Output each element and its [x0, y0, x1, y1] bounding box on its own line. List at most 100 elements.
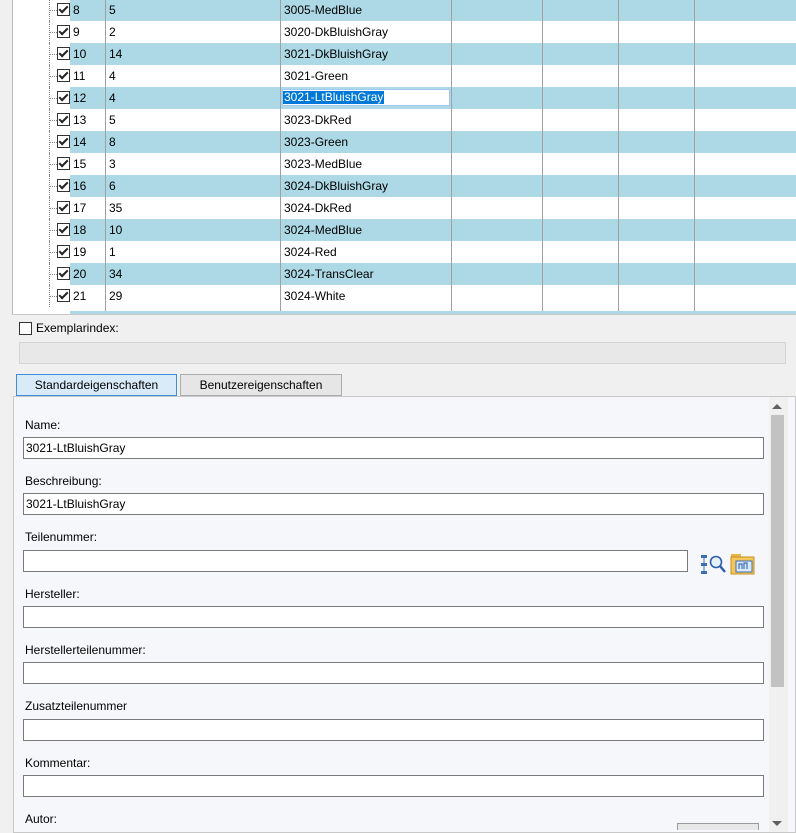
- row-background: [70, 175, 796, 197]
- row-checkbox[interactable]: [57, 267, 70, 280]
- properties-scrollbar[interactable]: [769, 397, 788, 832]
- index-cell: 11: [73, 69, 86, 83]
- tab-user-properties[interactable]: Benutzereigenschaften: [180, 374, 342, 396]
- part-number-label: Teilenummer:: [25, 530, 98, 544]
- comment-input[interactable]: [23, 775, 764, 797]
- row-checkbox[interactable]: [57, 201, 70, 214]
- index-cell: 17: [73, 201, 87, 215]
- search-tree-icon[interactable]: [700, 551, 726, 577]
- tree-line: [49, 32, 57, 33]
- manufacturer-input[interactable]: [23, 606, 764, 628]
- column-separator: [542, 0, 543, 314]
- column-separator: [105, 0, 106, 314]
- tree-line: [49, 296, 57, 297]
- panel-resize-grip[interactable]: [677, 823, 759, 830]
- comment-label: Kommentar:: [25, 756, 91, 770]
- properties-panel: Name: Beschreibung: Teilenummer: Herstel…: [13, 396, 796, 833]
- quantity-cell: 5: [109, 113, 116, 127]
- row-checkbox[interactable]: [57, 91, 70, 104]
- table-row[interactable]: 19 1 3024-Red: [0, 241, 796, 263]
- table-row[interactable]: 13 5 3023-DkRed: [0, 109, 796, 131]
- name-cell: 3023-DkRed: [284, 113, 352, 127]
- index-cell: 10: [73, 47, 87, 61]
- browse-folder-icon[interactable]: [730, 551, 756, 577]
- table-row[interactable]: 17 35 3024-DkRed: [0, 197, 796, 219]
- manufacturer-part-input[interactable]: [23, 662, 764, 684]
- parts-grid[interactable]: 8 5 3005-MedBlue 9 2 3020-DkBluishGray 10 14 302…: [0, 0, 796, 314]
- tree-line: [49, 98, 57, 99]
- quantity-cell: 3: [109, 157, 116, 171]
- additional-part-input[interactable]: [23, 719, 764, 741]
- row-checkbox[interactable]: [57, 223, 70, 236]
- row-background: [70, 197, 796, 219]
- tree-line: [49, 76, 57, 77]
- quantity-cell: 29: [109, 289, 123, 303]
- table-row[interactable]: 20 34 3024-TransClear: [0, 263, 796, 285]
- scroll-thumb[interactable]: [771, 415, 784, 687]
- row-checkbox[interactable]: [57, 69, 70, 82]
- name-cell-editor[interactable]: 3021-LtBluishGray: [282, 89, 450, 106]
- table-row[interactable]: 9 2 3020-DkBluishGray: [0, 21, 796, 43]
- row-background: [70, 285, 796, 307]
- name-cell: 3024-TransClear: [284, 267, 374, 281]
- scroll-up-icon[interactable]: [772, 404, 782, 409]
- column-separator: [694, 0, 695, 314]
- row-checkbox[interactable]: [57, 245, 70, 258]
- part-number-input[interactable]: [23, 550, 688, 572]
- description-input[interactable]: [23, 493, 764, 515]
- index-cell: 20: [73, 267, 87, 281]
- table-row[interactable]: 14 8 3023-Green: [0, 131, 796, 153]
- name-cell: 3024-DkBluishGray: [284, 179, 389, 193]
- column-separator: [280, 0, 281, 314]
- table-row[interactable]: 16 6 3024-DkBluishGray: [0, 175, 796, 197]
- index-cell: 12: [73, 91, 87, 105]
- quantity-cell: 34: [109, 267, 123, 281]
- index-cell: 15: [73, 157, 87, 171]
- exemplar-index-field[interactable]: [19, 342, 786, 364]
- table-row[interactable]: 18 10 3024-MedBlue: [0, 219, 796, 241]
- tree-line: [49, 164, 57, 165]
- table-row[interactable]: 15 3 3023-MedBlue: [0, 153, 796, 175]
- tree-line: [49, 230, 57, 231]
- quantity-cell: 8: [109, 135, 116, 149]
- row-background: [70, 65, 796, 87]
- tree-line: [49, 208, 57, 209]
- row-checkbox[interactable]: [57, 179, 70, 192]
- tree-line: [49, 10, 57, 11]
- name-cell: 3024-DkRed: [284, 201, 352, 215]
- manufacturer-label: Hersteller:: [25, 587, 80, 601]
- row-checkbox[interactable]: [57, 289, 70, 302]
- name-cell: 3020-DkBluishGray: [284, 25, 389, 39]
- quantity-cell: 14: [109, 47, 123, 61]
- index-cell: 8: [73, 3, 80, 17]
- splitter[interactable]: [12, 314, 796, 315]
- quantity-cell: 2: [109, 25, 116, 39]
- table-row[interactable]: 8 5 3005-MedBlue: [0, 0, 796, 21]
- row-checkbox[interactable]: [57, 157, 70, 170]
- table-row[interactable]: 12 4 3021-LtBluishGray: [0, 87, 796, 109]
- quantity-cell: 5: [109, 3, 116, 17]
- row-checkbox[interactable]: [57, 25, 70, 38]
- row-checkbox[interactable]: [57, 47, 70, 60]
- row-checkbox[interactable]: [57, 135, 70, 148]
- name-cell: 3005-MedBlue: [284, 3, 363, 17]
- table-row[interactable]: 21 29 3024-White: [0, 285, 796, 307]
- column-separator: [451, 0, 452, 314]
- name-cell: 3023-Green: [284, 135, 349, 149]
- exemplar-index-checkbox[interactable]: [19, 322, 32, 335]
- row-checkbox[interactable]: [57, 113, 70, 126]
- tree-line: [49, 142, 57, 143]
- name-cell: 3024-Red: [284, 245, 337, 259]
- column-separator: [618, 0, 619, 314]
- quantity-cell: 6: [109, 179, 116, 193]
- table-row[interactable]: 10 14 3021-DkBluishGray: [0, 43, 796, 65]
- row-background: [70, 0, 796, 21]
- table-row[interactable]: 11 4 3021-Green: [0, 65, 796, 87]
- index-cell: 14: [73, 135, 87, 149]
- scroll-down-icon[interactable]: [772, 821, 782, 826]
- name-input[interactable]: [23, 437, 764, 459]
- row-checkbox[interactable]: [57, 3, 70, 16]
- tab-standard-properties[interactable]: Standardeigenschaften: [16, 374, 177, 396]
- name-cell: 3024-White: [284, 289, 346, 303]
- quantity-cell: 35: [109, 201, 123, 215]
